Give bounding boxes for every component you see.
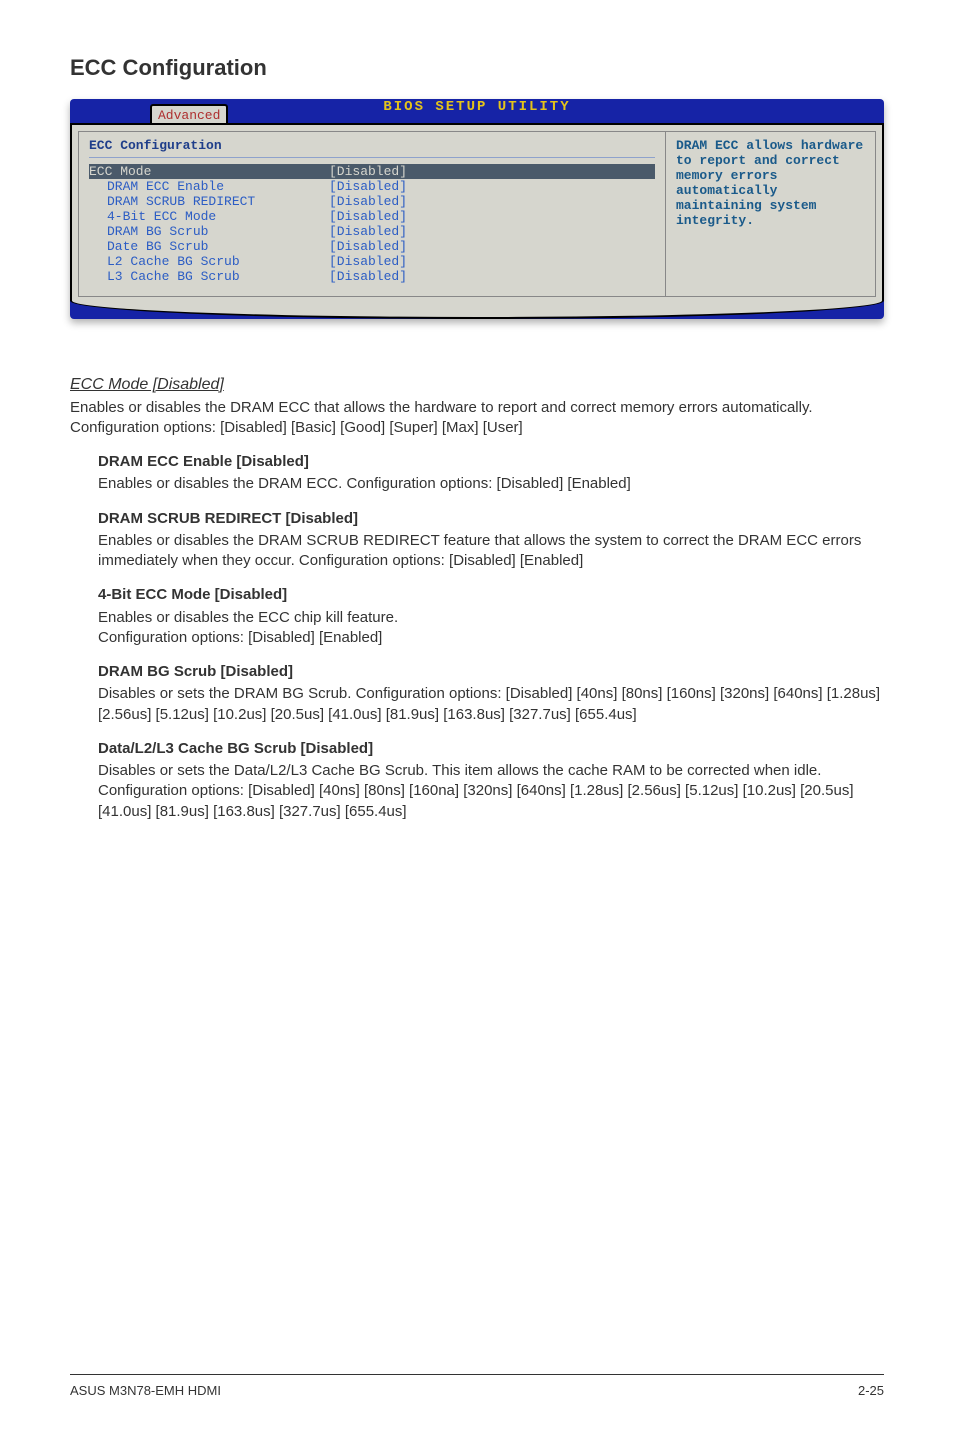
bios-panel-title: ECC Configuration — [89, 138, 655, 153]
bios-setting-row[interactable]: DRAM ECC Enable[Disabled] — [89, 179, 655, 194]
section-4bit-body1: Enables or disables the ECC chip kill fe… — [98, 608, 884, 628]
bios-setting-row[interactable]: 4-Bit ECC Mode[Disabled] — [89, 209, 655, 224]
body-content: ECC Mode [Disabled] Enables or disables … — [70, 374, 884, 822]
bios-setting-row[interactable]: Date BG Scrub[Disabled] — [89, 239, 655, 254]
bios-body: ECC Configuration ECC Mode[Disabled]DRAM… — [70, 123, 884, 319]
bios-setting-key: DRAM BG Scrub — [89, 224, 329, 239]
bios-setting-value: [Disabled] — [329, 179, 407, 194]
bios-setting-key: DRAM SCRUB REDIRECT — [89, 194, 329, 209]
section-ecc-mode-body: Enables or disables the DRAM ECC that al… — [70, 398, 884, 439]
footer-right: 2-25 — [858, 1383, 884, 1398]
bios-setting-row[interactable]: DRAM BG Scrub[Disabled] — [89, 224, 655, 239]
bios-setting-row[interactable]: DRAM SCRUB REDIRECT[Disabled] — [89, 194, 655, 209]
bios-setting-key: L3 Cache BG Scrub — [89, 269, 329, 284]
section-ecc-mode-title: ECC Mode [Disabled] — [70, 374, 884, 396]
bios-divider — [89, 157, 655, 158]
section-4bit-title: 4-Bit ECC Mode [Disabled] — [98, 585, 884, 605]
bios-tabstrip: Advanced — [70, 99, 884, 123]
tab-advanced[interactable]: Advanced — [150, 104, 228, 123]
bios-setting-value: [Disabled] — [329, 164, 407, 179]
page-heading: ECC Configuration — [70, 55, 884, 81]
section-bg-scrub-body: Disables or sets the DRAM BG Scrub. Conf… — [98, 684, 884, 725]
section-data-cache-title: Data/L2/L3 Cache BG Scrub [Disabled] — [98, 739, 884, 759]
bios-setting-key: Date BG Scrub — [89, 239, 329, 254]
section-4bit-body2: Configuration options: [Disabled] [Enabl… — [98, 628, 884, 648]
bios-setting-key: 4-Bit ECC Mode — [89, 209, 329, 224]
bios-setting-value: [Disabled] — [329, 254, 407, 269]
bios-left-panel: ECC Configuration ECC Mode[Disabled]DRAM… — [78, 131, 666, 297]
bios-setting-value: [Disabled] — [329, 224, 407, 239]
section-dram-ecc-title: DRAM ECC Enable [Disabled] — [98, 452, 884, 472]
bios-setting-row[interactable]: ECC Mode[Disabled] — [89, 164, 655, 179]
bios-setting-row[interactable]: L2 Cache BG Scrub[Disabled] — [89, 254, 655, 269]
bios-setting-value: [Disabled] — [329, 194, 407, 209]
section-bg-scrub-title: DRAM BG Scrub [Disabled] — [98, 662, 884, 682]
bios-setting-value: [Disabled] — [329, 269, 407, 284]
bios-help-panel: DRAM ECC allows hardware to report and c… — [666, 131, 876, 297]
bios-setting-value: [Disabled] — [329, 239, 407, 254]
section-scrub-redirect-title: DRAM SCRUB REDIRECT [Disabled] — [98, 509, 884, 529]
bios-setting-key: ECC Mode — [89, 164, 329, 179]
bios-setting-value: [Disabled] — [329, 209, 407, 224]
bios-setting-key: L2 Cache BG Scrub — [89, 254, 329, 269]
page-footer: ASUS M3N78-EMH HDMI 2-25 — [70, 1374, 884, 1398]
section-data-cache-body: Disables or sets the Data/L2/L3 Cache BG… — [98, 761, 884, 822]
bios-setting-row[interactable]: L3 Cache BG Scrub[Disabled] — [89, 269, 655, 284]
section-scrub-redirect-body: Enables or disables the DRAM SCRUB REDIR… — [98, 531, 884, 572]
footer-left: ASUS M3N78-EMH HDMI — [70, 1383, 221, 1398]
bios-setting-key: DRAM ECC Enable — [89, 179, 329, 194]
section-dram-ecc-body: Enables or disables the DRAM ECC. Config… — [98, 474, 884, 494]
indented-sections: DRAM ECC Enable [Disabled] Enables or di… — [70, 452, 884, 822]
bios-window: BIOS SETUP UTILITY Advanced ECC Configur… — [70, 99, 884, 319]
